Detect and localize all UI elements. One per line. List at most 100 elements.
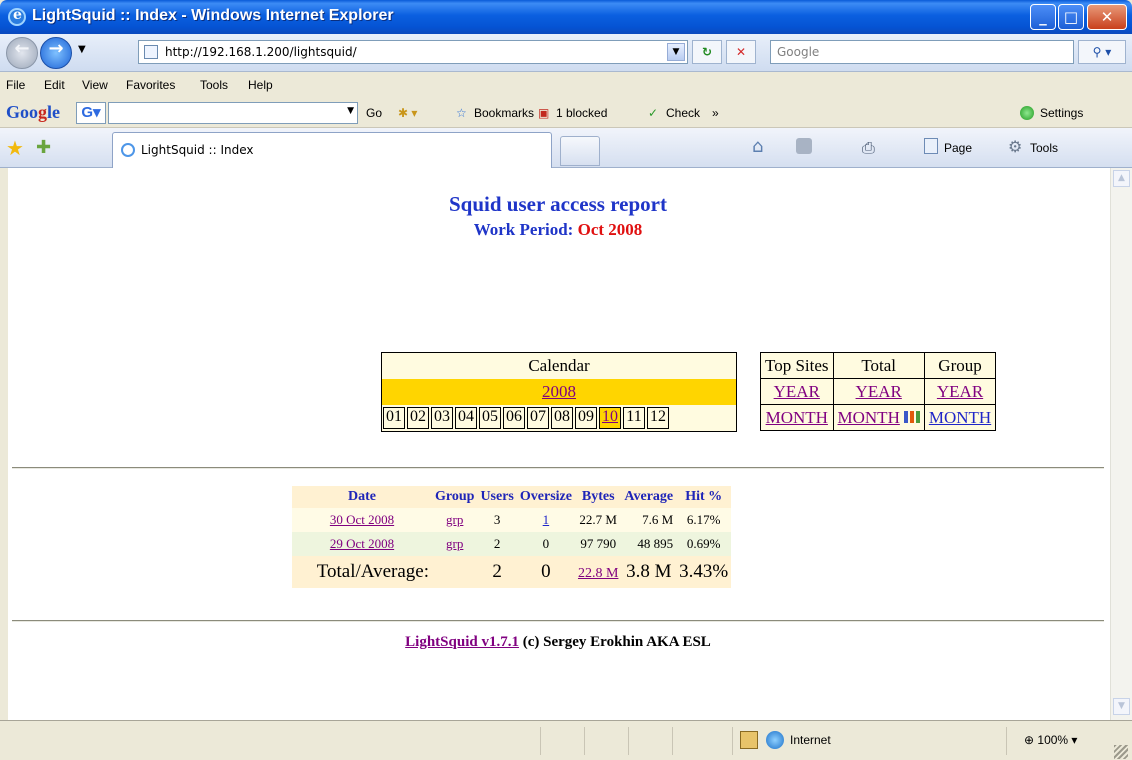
footer-credit: (c) Sergey Erokhin AKA ESL — [518, 634, 711, 650]
calendar-month-05[interactable]: 05 — [479, 406, 501, 429]
google-search-input[interactable]: ▼ — [108, 102, 358, 124]
calendar-month-06[interactable]: 06 — [503, 406, 525, 429]
gear-icon: ⚙ — [1008, 137, 1023, 156]
favorites-center-icon[interactable]: ★ — [6, 136, 24, 160]
refresh-button[interactable]: ↻ — [692, 40, 722, 64]
users-cell: 3 — [477, 508, 517, 532]
col-bytes: Bytes — [574, 486, 622, 508]
col-users: Users — [477, 486, 517, 508]
bookmarks-button[interactable]: Bookmarks — [474, 106, 534, 120]
calendar-month-07[interactable]: 07 — [527, 406, 549, 429]
spellcheck-icon: ✓ — [648, 106, 659, 120]
date-link[interactable]: 29 Oct 2008 — [330, 536, 394, 551]
daily-stats-table: Date Group Users Oversize Bytes Average … — [292, 486, 732, 588]
table-row: 30 Oct 2008 grp 3 1 22.7 M 7.6 M 6.17% — [292, 508, 732, 532]
calendar-month-04[interactable]: 04 — [455, 406, 477, 429]
calendar-month-01[interactable]: 01 — [383, 406, 405, 429]
menu-help[interactable]: Help — [248, 78, 273, 92]
scroll-down-icon[interactable]: ▼ — [1113, 698, 1130, 715]
address-row: ← → ▼ http://192.168.1.200/lightsquid/ ▼… — [0, 34, 1132, 72]
popup-blocked-count[interactable]: 1 blocked — [556, 106, 607, 120]
search-input[interactable]: Google — [770, 40, 1074, 64]
page-icon — [144, 45, 158, 59]
col-average: Average — [621, 486, 677, 508]
top-links-table: Top Sites Total Group YEAR YEAR YEAR MON… — [760, 352, 997, 431]
title-bar[interactable]: LightSquid :: Index - Windows Internet E… — [0, 0, 1132, 34]
google-menu-button[interactable]: G▾ — [76, 102, 106, 124]
oversize-link[interactable]: 1 — [543, 512, 550, 527]
menu-view[interactable]: View — [82, 78, 108, 92]
back-button[interactable]: ← — [6, 37, 38, 69]
star-icon[interactable]: ☆ — [456, 106, 467, 120]
total-bytes-link[interactable]: 22.8 M — [578, 566, 618, 581]
calendar-month-03[interactable]: 03 — [431, 406, 453, 429]
minimize-button[interactable]: _ — [1030, 4, 1056, 30]
calendar-month-08[interactable]: 08 — [551, 406, 573, 429]
address-input[interactable]: http://192.168.1.200/lightsquid/ ▼ — [138, 40, 688, 64]
protected-mode-icon[interactable] — [740, 731, 758, 749]
group-link[interactable]: grp — [446, 536, 463, 551]
tools-menu-button[interactable]: Tools — [1030, 141, 1058, 155]
puzzle-icon[interactable]: ✱ ▾ — [398, 106, 417, 120]
print-icon[interactable]: ⎙ — [862, 138, 875, 158]
col-date: Date — [292, 486, 432, 508]
calendar-year-link[interactable]: 2008 — [542, 382, 576, 401]
calendar-month-02[interactable]: 02 — [407, 406, 429, 429]
search-placeholder: Google — [777, 45, 820, 59]
scroll-up-icon[interactable]: ▲ — [1113, 170, 1130, 187]
home-icon[interactable]: ⌂ — [752, 136, 763, 157]
stop-button[interactable]: ✕ — [726, 40, 756, 64]
average-cell: 7.6 M — [621, 508, 677, 532]
add-favorite-icon[interactable]: ✚ — [36, 137, 51, 158]
bytes-cell: 97 790 — [574, 532, 622, 556]
calendar-month-10[interactable]: 10 — [599, 406, 621, 429]
calendar-year-cell: 2008 — [381, 378, 737, 405]
calendar-table: Calendar 2008 01 02 03 04 05 06 07 08 09 10 11 12 — [381, 352, 737, 432]
page-menu-button[interactable]: Page — [944, 141, 972, 155]
search-button[interactable]: ⚲ ▾ — [1078, 40, 1126, 64]
group-year-link[interactable]: YEAR — [937, 382, 983, 401]
address-dropdown-icon[interactable]: ▼ — [667, 43, 685, 61]
total-row: Total/Average: 2 0 22.8 M 3.8 M 3.43% — [292, 556, 732, 588]
report-period: Work Period: Oct 2008 — [8, 220, 1108, 240]
new-tab-button[interactable] — [560, 136, 600, 166]
top-sites-month-link[interactable]: MONTH — [766, 408, 828, 427]
resize-grip[interactable] — [1114, 745, 1128, 759]
google-toolbar: Google G▾ ▼ Go ✱ ▾ ☆ Bookmarks ▣ 1 block… — [0, 98, 1132, 128]
footer: LightSquid v1.7.1 (c) Sergey Erokhin AKA… — [8, 634, 1108, 651]
date-link[interactable]: 30 Oct 2008 — [330, 512, 394, 527]
check-button[interactable]: Check — [666, 106, 700, 120]
menu-tools[interactable]: Tools — [200, 78, 228, 92]
history-dropdown-icon[interactable]: ▼ — [78, 44, 86, 55]
menu-edit[interactable]: Edit — [44, 78, 65, 92]
menu-file[interactable]: File — [6, 78, 25, 92]
menu-favorites[interactable]: Favorites — [126, 78, 175, 92]
feeds-icon[interactable] — [796, 138, 812, 154]
address-text[interactable]: http://192.168.1.200/lightsquid/ — [165, 45, 357, 59]
tab-lightsquid[interactable]: LightSquid :: Index — [112, 132, 552, 168]
toolbar-overflow-icon[interactable]: » — [712, 106, 719, 120]
bar-chart-icon[interactable] — [903, 410, 920, 423]
forward-button[interactable]: → — [40, 37, 72, 69]
calendar-month-11[interactable]: 11 — [623, 406, 645, 429]
top-sites-year-link[interactable]: YEAR — [774, 382, 820, 401]
maximize-button[interactable]: □ — [1058, 4, 1084, 30]
zoom-level[interactable]: ⊕ 100% ▾ — [1024, 733, 1077, 747]
total-oversize-cell: 0 — [516, 556, 575, 588]
status-bar: Internet ⊕ 100% ▾ — [0, 720, 1132, 760]
vertical-scrollbar[interactable]: ▲ ▼ — [1110, 168, 1132, 720]
google-go-button[interactable]: Go — [366, 106, 382, 120]
total-year-link[interactable]: YEAR — [856, 382, 902, 401]
lightsquid-link[interactable]: LightSquid v1.7.1 — [405, 634, 519, 650]
security-zone[interactable]: Internet — [790, 733, 831, 747]
group-link[interactable]: grp — [446, 512, 463, 527]
calendar-month-09[interactable]: 09 — [575, 406, 597, 429]
calendar-month-12[interactable]: 12 — [647, 406, 669, 429]
close-button[interactable]: ✕ — [1087, 4, 1127, 30]
total-month-link[interactable]: MONTH — [838, 408, 900, 427]
group-month-link[interactable]: MONTH — [929, 408, 991, 427]
settings-button[interactable]: Settings — [1040, 106, 1083, 120]
total-users-cell: 2 — [477, 556, 517, 588]
oversize-cell: 0 — [516, 532, 575, 556]
col-hit: Hit % — [676, 486, 732, 508]
